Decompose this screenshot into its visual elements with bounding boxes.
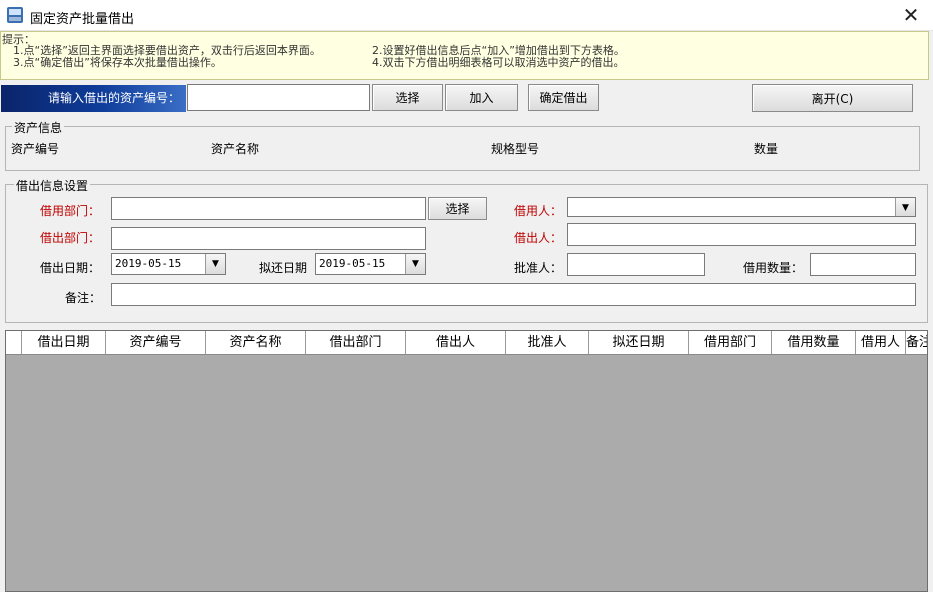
remark-label: 备注： xyxy=(65,291,102,305)
chevron-down-icon[interactable]: ▼ xyxy=(895,198,915,216)
lend-date-label: 借出日期： xyxy=(40,261,101,275)
select-asset-button[interactable]: 选择 xyxy=(372,84,443,111)
lender-input[interactable] xyxy=(567,223,916,246)
column-header[interactable]: 借用数量 xyxy=(772,331,856,354)
lend-settings-title: 借出信息设置 xyxy=(14,177,91,194)
column-header[interactable]: 借出日期 xyxy=(22,331,106,354)
hint-box: 提示： 1.点“选择”返回主界面选择要借出资产，双击行后返回本界面。 2.设置好… xyxy=(0,31,929,80)
return-date-value: 2019-05-15 xyxy=(319,257,386,270)
column-header[interactable]: 拟还日期 xyxy=(589,331,689,354)
row-selector-header xyxy=(6,331,22,354)
close-icon[interactable]: ✕ xyxy=(898,2,924,28)
lend-date-value: 2019-05-15 xyxy=(115,257,182,270)
grid-header: 借出日期 资产编号 资产名称 借出部门 借出人 批准人 拟还日期 借用部门 借用… xyxy=(6,331,927,355)
return-date-label: 拟还日期 xyxy=(259,261,308,275)
approver-input[interactable] xyxy=(567,253,705,276)
return-date-picker[interactable]: 2019-05-15 ▼ xyxy=(315,253,426,275)
lend-dept-input[interactable] xyxy=(111,227,426,250)
column-header[interactable]: 借出部门 xyxy=(306,331,406,354)
title-bar: 固定资产批量借出 ✕ xyxy=(0,0,933,31)
column-header[interactable]: 资产编号 xyxy=(106,331,206,354)
asset-info-group xyxy=(5,126,920,171)
app-icon xyxy=(7,7,23,23)
chevron-down-icon[interactable]: ▼ xyxy=(205,254,225,274)
borrow-dept-input[interactable] xyxy=(111,197,426,220)
column-header[interactable]: 借用部门 xyxy=(689,331,772,354)
hint-line-3: 3.点“确定借出”将保存本次批量借出操作。 xyxy=(13,56,222,69)
chevron-down-icon[interactable]: ▼ xyxy=(405,254,425,274)
asset-name-header: 资产名称 xyxy=(211,142,260,156)
leave-button[interactable]: 离开(C) xyxy=(752,84,913,112)
column-header[interactable]: 借出人 xyxy=(406,331,506,354)
hint-line-4: 4.双击下方借出明细表格可以取消选中资产的借出。 xyxy=(372,56,625,69)
column-header[interactable]: 借用人 xyxy=(856,331,906,354)
confirm-lend-button[interactable]: 确定借出 xyxy=(528,84,599,111)
remark-input[interactable] xyxy=(111,283,916,306)
column-header[interactable]: 批准人 xyxy=(506,331,589,354)
window-title: 固定资产批量借出 xyxy=(30,12,135,27)
column-header[interactable]: 备注 xyxy=(906,331,927,354)
add-button[interactable]: 加入 xyxy=(445,84,518,111)
lend-detail-grid[interactable]: 借出日期 资产编号 资产名称 借出部门 借出人 批准人 拟还日期 借用部门 借用… xyxy=(5,330,928,592)
borrower-combo[interactable]: ▼ xyxy=(567,197,916,217)
asset-info-title: 资产信息 xyxy=(12,119,65,136)
asset-code-header: 资产编号 xyxy=(11,142,60,156)
borrow-qty-input[interactable] xyxy=(810,253,916,276)
borrow-dept-label: 借用部门： xyxy=(40,204,101,218)
borrower-label: 借用人： xyxy=(514,204,563,218)
borrow-dept-select-button[interactable]: 选择 xyxy=(428,197,487,220)
asset-code-label: 请输入借出的资产编号： xyxy=(1,85,186,112)
spec-header: 规格型号 xyxy=(491,142,540,156)
lend-date-picker[interactable]: 2019-05-15 ▼ xyxy=(111,253,226,275)
borrow-qty-label: 借用数量： xyxy=(743,261,804,275)
asset-code-input[interactable] xyxy=(187,84,370,111)
lend-dept-label: 借出部门： xyxy=(40,231,101,245)
lender-label: 借出人： xyxy=(514,231,563,245)
column-header[interactable]: 资产名称 xyxy=(206,331,306,354)
quantity-header: 数量 xyxy=(754,142,779,156)
approver-label: 批准人： xyxy=(514,261,563,275)
